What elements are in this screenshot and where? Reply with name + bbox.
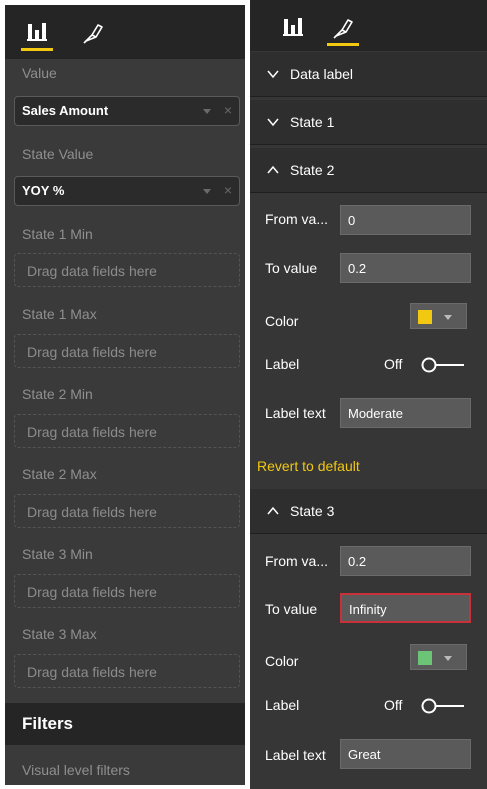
from-value-label: From va... (265, 553, 329, 569)
state3-label-toggle[interactable] (420, 697, 466, 715)
well-label-state2-min: State 2 Min (22, 386, 93, 402)
filters-title: Filters (22, 714, 74, 733)
bar-chart-icon (27, 23, 47, 41)
section-label: State 3 (290, 503, 335, 519)
pane-tab-bar (250, 0, 487, 51)
fields-tab[interactable] (275, 12, 311, 46)
to-value-label: To value (265, 601, 318, 617)
section-data-label[interactable]: Data label (250, 52, 487, 97)
field-name: YOY % (22, 183, 65, 198)
field-name: Sales Amount (22, 103, 109, 118)
fields-pane: Value Sales Amount × State Value YOY % ×… (5, 5, 245, 785)
state3-to-value-input[interactable]: Infinity (340, 593, 471, 623)
label-label: Label (265, 356, 300, 372)
format-pane: Data label State 1 State 2 From va... 0 … (250, 0, 487, 789)
color-label: Color (265, 653, 299, 669)
chevron-up-icon (267, 506, 279, 515)
format-tab[interactable] (75, 17, 111, 51)
state-value-field-pill[interactable]: YOY % × (14, 176, 240, 206)
label-label: Label (265, 697, 300, 713)
value-field-pill[interactable]: Sales Amount × (14, 96, 240, 126)
drop-zone-placeholder: Drag data fields here (27, 263, 157, 279)
bar-chart-icon (283, 18, 303, 36)
visual-level-filters-label[interactable]: Visual level filters (22, 762, 130, 778)
chevron-down-icon (444, 315, 452, 320)
state3-max-drop-zone[interactable]: Drag data fields here (14, 654, 240, 688)
close-icon[interactable]: × (224, 102, 232, 118)
drop-zone-placeholder: Drag data fields here (27, 504, 157, 520)
paint-roller-icon (83, 24, 103, 44)
well-label-state3-min: State 3 Min (22, 546, 93, 562)
state2-label-text-input[interactable]: Moderate (340, 398, 471, 428)
state2-color-picker[interactable] (410, 303, 467, 329)
well-label-state1-min: State 1 Min (22, 226, 93, 242)
drop-zone-placeholder: Drag data fields here (27, 584, 157, 600)
section-label: Data label (290, 66, 354, 82)
input-value: Infinity (349, 602, 387, 617)
from-value-label: From va... (265, 211, 329, 227)
color-label: Color (265, 313, 299, 329)
drop-zone-placeholder: Drag data fields here (27, 664, 157, 680)
section-label: State 2 (290, 162, 335, 178)
chevron-up-icon (267, 165, 279, 174)
well-label-value: Value (22, 65, 57, 81)
label-text-label: Label text (265, 747, 326, 763)
section-state-2[interactable]: State 2 (250, 148, 487, 193)
filters-header: Filters (5, 703, 245, 745)
section-label: State 1 (290, 114, 335, 130)
state1-min-drop-zone[interactable]: Drag data fields here (14, 253, 240, 287)
state3-color-picker[interactable] (410, 644, 467, 670)
chevron-down-icon[interactable] (203, 109, 211, 114)
well-label-state-value: State Value (22, 146, 94, 162)
well-label-state1-max: State 1 Max (22, 306, 97, 322)
chevron-down-icon (267, 118, 279, 127)
section-state-1[interactable]: State 1 (250, 100, 487, 145)
input-value: 0.2 (348, 554, 367, 569)
state3-min-drop-zone[interactable]: Drag data fields here (14, 574, 240, 608)
chevron-down-icon[interactable] (203, 189, 211, 194)
format-tab[interactable] (325, 12, 361, 46)
input-value: Great (348, 747, 381, 762)
close-icon[interactable]: × (224, 182, 232, 198)
to-value-label: To value (265, 260, 318, 276)
state3-from-value-input[interactable]: 0.2 (340, 546, 471, 576)
well-label-state3-max: State 3 Max (22, 626, 97, 642)
state2-to-value-input[interactable]: 0.2 (340, 253, 471, 283)
state3-label-text-input[interactable]: Great (340, 739, 471, 769)
paint-roller-icon (333, 19, 353, 39)
label-text-label: Label text (265, 405, 326, 421)
color-swatch (418, 310, 432, 324)
fields-tab[interactable] (19, 17, 55, 51)
chevron-down-icon (444, 656, 452, 661)
toggle-state-text: Off (384, 697, 403, 713)
input-value: Moderate (348, 406, 403, 421)
state2-max-drop-zone[interactable]: Drag data fields here (14, 494, 240, 528)
toggle-state-text: Off (384, 356, 403, 372)
state2-from-value-input[interactable]: 0 (340, 205, 471, 235)
input-value: 0 (348, 213, 356, 228)
state1-max-drop-zone[interactable]: Drag data fields here (14, 334, 240, 368)
pane-tab-bar (5, 5, 245, 59)
revert-to-default-link[interactable]: Revert to default (257, 458, 360, 474)
input-value: 0.2 (348, 261, 367, 276)
state2-label-toggle[interactable] (420, 356, 466, 374)
drop-zone-placeholder: Drag data fields here (27, 424, 157, 440)
drop-zone-placeholder: Drag data fields here (27, 344, 157, 360)
color-swatch (418, 651, 432, 665)
chevron-down-icon (267, 70, 279, 79)
state2-min-drop-zone[interactable]: Drag data fields here (14, 414, 240, 448)
section-state-3[interactable]: State 3 (250, 489, 487, 534)
well-label-state2-max: State 2 Max (22, 466, 97, 482)
